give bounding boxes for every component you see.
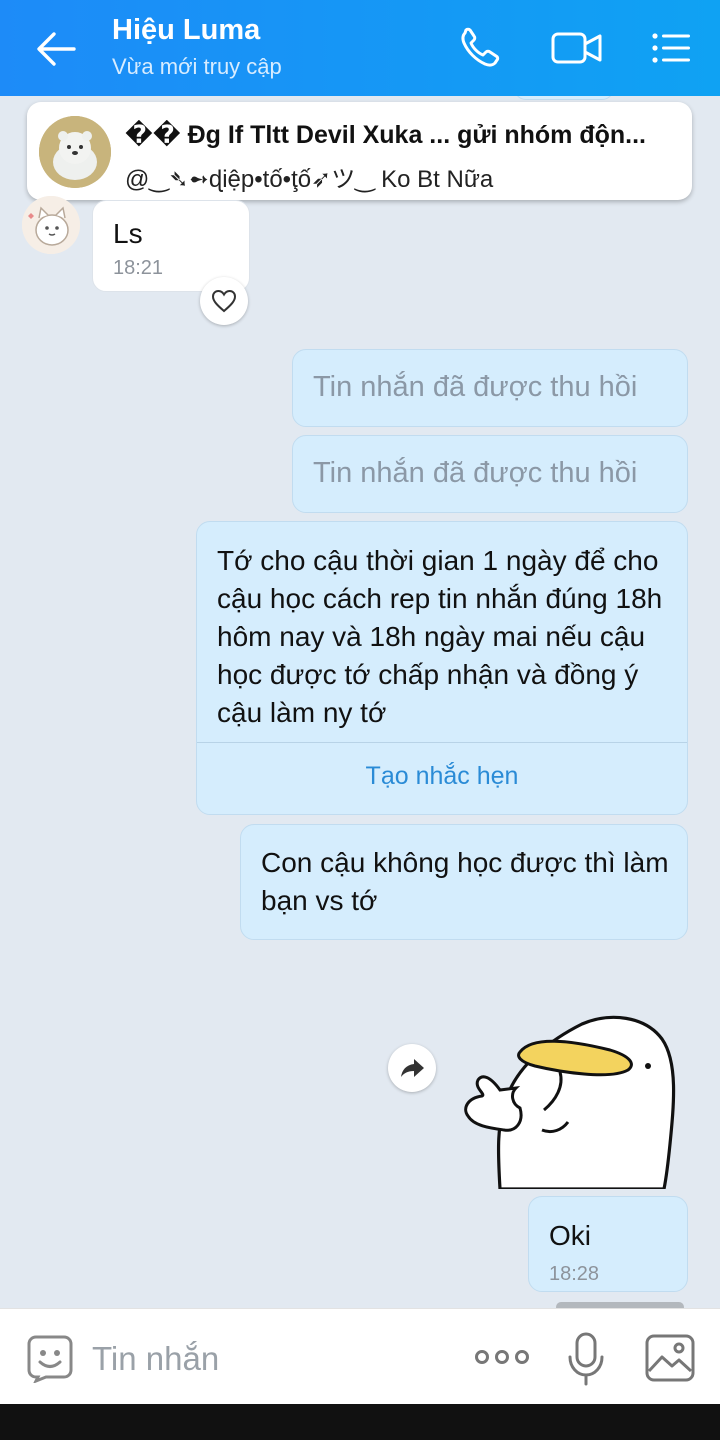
heart-outline-icon[interactable] bbox=[200, 277, 248, 325]
create-reminder-button[interactable]: Tạo nhắc hẹn bbox=[197, 762, 687, 791]
pinned-subtitle: @‿➴➻ɖiệp•tố•ţố➶ツ‿ Ko Bt Nữa bbox=[125, 166, 494, 193]
system-navigation-bar bbox=[0, 1404, 720, 1440]
message-text: Oki bbox=[549, 1220, 591, 1251]
more-icon[interactable] bbox=[474, 1345, 530, 1369]
friend-avatar[interactable] bbox=[22, 196, 80, 254]
recalled-message-text: Tin nhắn đã được thu hồi bbox=[313, 457, 638, 489]
outgoing-message-bubble[interactable]: Oki 18:28 bbox=[528, 1196, 688, 1292]
chat-header: Hiệu Luma Vừa mới truy cập bbox=[0, 0, 720, 96]
image-icon[interactable] bbox=[644, 1333, 696, 1383]
message-composer: Tin nhắn bbox=[0, 1308, 720, 1406]
video-call-icon[interactable] bbox=[550, 26, 604, 70]
message-list[interactable]: �� Đg If Tltt Devil Xuka ... gửi nhóm độ… bbox=[0, 96, 720, 1308]
message-text: Tớ cho cậu thời gian 1 ngày để cho cậu h… bbox=[217, 545, 663, 728]
share-forward-icon[interactable] bbox=[388, 1044, 436, 1092]
contact-status: Vừa mới truy cập bbox=[112, 54, 282, 79]
emoji-icon[interactable] bbox=[26, 1333, 74, 1384]
message-time: 18:21 bbox=[113, 257, 164, 279]
microphone-icon[interactable] bbox=[566, 1331, 606, 1387]
message-time: 18:28 bbox=[549, 1263, 600, 1285]
message-text: Con cậu không học được thì làm bạn vs tớ bbox=[261, 847, 669, 916]
phone-icon[interactable] bbox=[456, 26, 504, 70]
recalled-message-bubble[interactable]: Tin nhắn đã được thu hồi bbox=[292, 349, 688, 427]
menu-list-icon[interactable] bbox=[648, 26, 696, 70]
bubble-divider bbox=[197, 742, 687, 743]
pinned-sender-avatar bbox=[39, 116, 111, 188]
previous-message-bubble bbox=[514, 96, 614, 100]
pinned-title: �� Đg If Tltt Devil Xuka ... gửi nhóm độ… bbox=[125, 121, 646, 149]
outgoing-message-bubble[interactable]: Con cậu không học được thì làm bạn vs tớ bbox=[240, 824, 688, 940]
back-arrow-icon[interactable] bbox=[30, 26, 80, 72]
message-input[interactable]: Tin nhắn bbox=[92, 1340, 219, 1378]
pinned-message-banner[interactable]: �� Đg If Tltt Devil Xuka ... gửi nhóm độ… bbox=[27, 102, 692, 200]
recalled-message-text: Tin nhắn đã được thu hồi bbox=[313, 371, 638, 403]
message-text: Ls bbox=[113, 218, 143, 249]
duck-thumbs-up-sticker[interactable] bbox=[460, 1014, 685, 1189]
outgoing-message-bubble[interactable]: Tớ cho cậu thời gian 1 ngày để cho cậu h… bbox=[196, 521, 688, 815]
contact-name[interactable]: Hiệu Luma bbox=[112, 14, 260, 47]
recalled-message-bubble[interactable]: Tin nhắn đã được thu hồi bbox=[292, 435, 688, 513]
